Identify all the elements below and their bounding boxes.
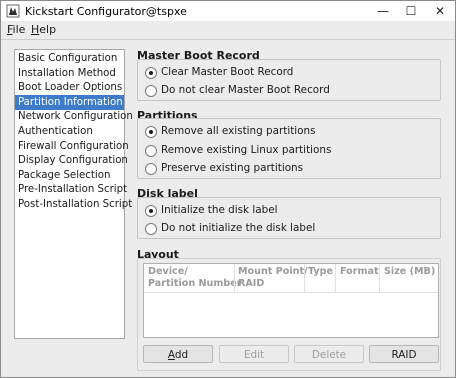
radio-indicator (145, 205, 157, 217)
add-button-label: dd (174, 349, 189, 361)
column-divider (304, 264, 305, 292)
radio-indicator (145, 223, 157, 235)
close-button[interactable]: ✕ (425, 1, 455, 21)
sidebar-item-pre-installation-script[interactable]: Pre-Installation Script (15, 182, 127, 197)
column-header-device-line2: Partition Number (148, 278, 242, 289)
column-divider (379, 264, 380, 292)
raid-button[interactable]: RAID (369, 345, 439, 363)
sidebar-item-installation-method[interactable]: Installation Method (15, 66, 124, 81)
sidebar-item-display-configuration[interactable]: Display Configuration (15, 153, 128, 168)
category-list: Basic Configuration Installation Method … (14, 49, 133, 339)
sidebar-item-boot-loader-options[interactable]: Boot Loader Options (15, 80, 124, 95)
add-button[interactable]: Add (143, 345, 213, 363)
column-header-type[interactable]: Type (308, 266, 333, 278)
mbr-group: Clear Master Boot Record Do not clear Ma… (137, 59, 441, 101)
menu-bar: File Help (1, 21, 455, 40)
sidebar-item-network-configuration[interactable]: Network Configuration (15, 109, 133, 124)
sidebar-item-package-selection[interactable]: Package Selection (15, 168, 124, 183)
sidebar-item-post-installation-script[interactable]: Post-Installation Script (15, 197, 132, 212)
radio-label: Preserve existing partitions (161, 162, 304, 174)
minimize-button[interactable]: — (368, 1, 398, 21)
header-separator (144, 292, 438, 293)
radio-indicator (145, 85, 157, 97)
radio-indicator (145, 126, 157, 138)
column-header-mount-point[interactable]: Mount Point/ RAID (238, 266, 308, 290)
partition-table[interactable]: Device/ Partition Number Mount Point/ RA… (143, 263, 439, 338)
partitions-group: Remove all existing partitions Remove ex… (137, 118, 441, 179)
sidebar-item-partition-information[interactable]: Partition Information (15, 95, 124, 110)
edit-button[interactable]: Edit (219, 345, 289, 363)
column-header-format[interactable]: Format (340, 266, 379, 278)
column-header-mount-line1: Mount Point/ (238, 266, 308, 277)
column-divider (335, 264, 336, 292)
sidebar-item-basic-configuration[interactable]: Basic Configuration (15, 51, 124, 66)
window-title: Kickstart Configurator@tspxe (25, 5, 187, 18)
menu-help-label: elp (39, 23, 57, 36)
disk-label-group: Initialize the disk label Do not initial… (137, 197, 441, 239)
radio-indicator (145, 145, 157, 157)
radio-label: Do not clear Master Boot Record (161, 84, 330, 96)
title-bar: Kickstart Configurator@tspxe — ☐ ✕ (1, 1, 455, 21)
radio-label: Remove all existing partitions (161, 125, 316, 137)
sidebar-item-authentication[interactable]: Authentication (15, 124, 124, 139)
column-header-device-line1: Device/ (148, 266, 188, 277)
radio-indicator (145, 67, 157, 79)
maximize-button[interactable]: ☐ (396, 1, 426, 21)
menu-file[interactable]: File (7, 23, 25, 36)
radio-label: Remove existing Linux partitions (161, 144, 332, 156)
sidebar-item-firewall-configuration[interactable]: Firewall Configuration (15, 139, 129, 154)
column-header-mount-line2: RAID (238, 278, 265, 289)
column-header-device[interactable]: Device/ Partition Number (148, 266, 241, 290)
radio-label: Clear Master Boot Record (161, 66, 294, 78)
radio-label: Do not initialize the disk label (161, 222, 316, 234)
column-header-size[interactable]: Size (MB) (384, 266, 435, 278)
menu-file-label: ile (12, 23, 26, 36)
delete-button[interactable]: Delete (294, 345, 364, 363)
app-icon (6, 4, 20, 18)
app-window: Kickstart Configurator@tspxe — ☐ ✕ File … (0, 0, 456, 378)
add-button-mnemonic: A (167, 349, 175, 361)
menu-help[interactable]: Help (31, 23, 56, 36)
radio-label: Initialize the disk label (161, 204, 278, 216)
radio-indicator (145, 163, 157, 175)
column-divider (234, 264, 235, 292)
